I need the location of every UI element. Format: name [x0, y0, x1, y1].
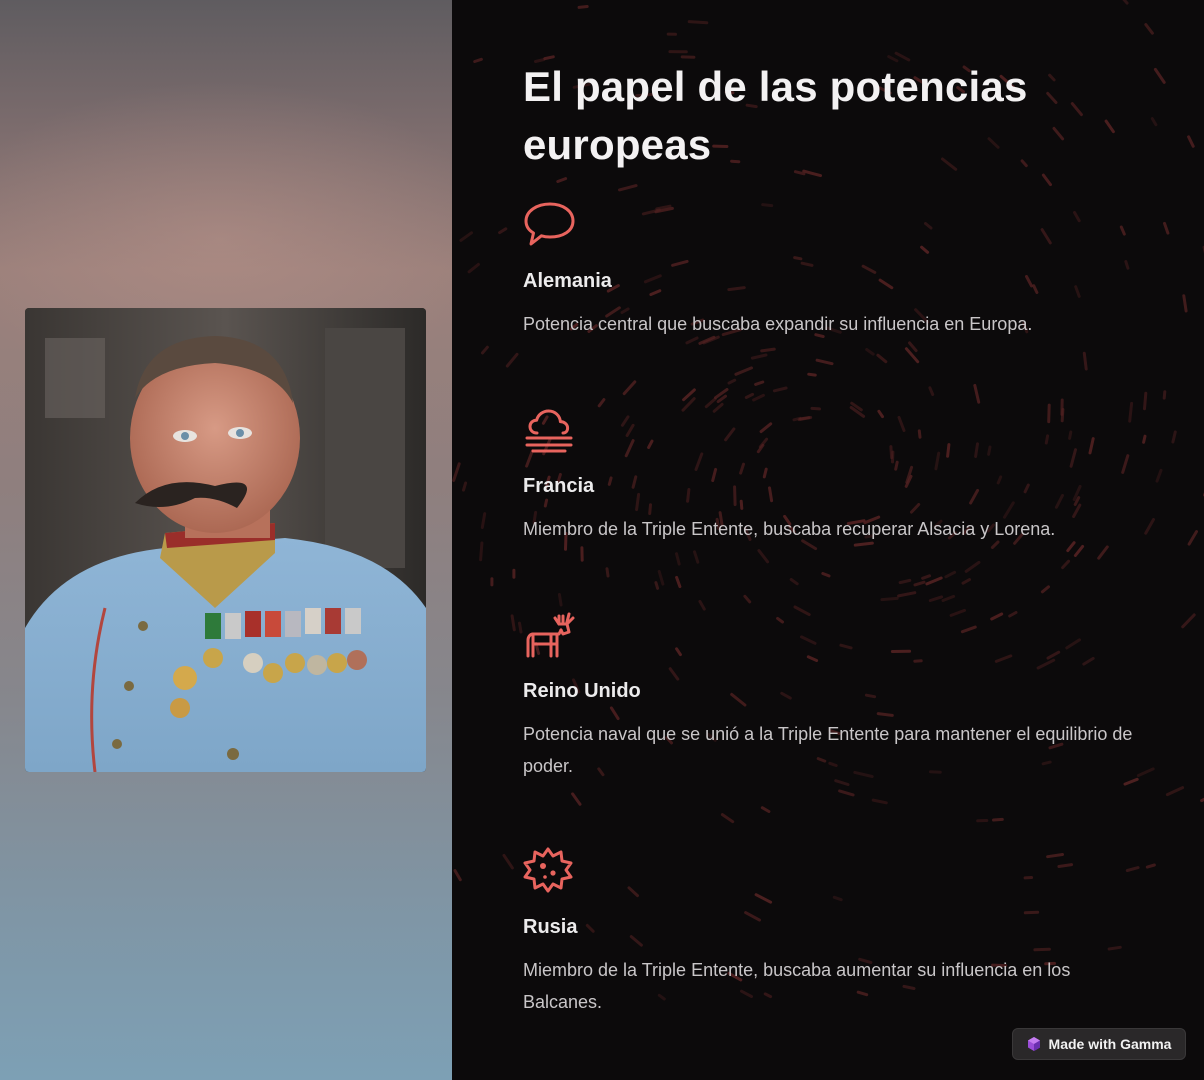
badge-label: Made with Gamma [1048, 1036, 1172, 1052]
page-title: El papel de las potencias europeas [523, 63, 1028, 168]
item-reino-unido: Reino Unido Potencia naval que se unió a… [523, 610, 1143, 782]
item-name: Francia [523, 475, 595, 497]
item-alemania: Alemania Potencia central que buscaba ex… [523, 200, 1143, 340]
item-description: Potencia central que buscaba expandir su… [523, 314, 1033, 334]
portrait-illustration [25, 308, 426, 772]
portrait-photo [25, 308, 426, 772]
item-description: Potencia naval que se unió a la Triple E… [523, 724, 1133, 776]
item-name: Rusia [523, 916, 578, 938]
item-francia: Francia Miembro de la Triple Entente, bu… [523, 405, 1143, 545]
right-panel: El papel de las potencias europeas Alema… [452, 0, 1204, 1080]
cloud-fog-icon [525, 409, 573, 453]
item-description: Miembro de la Triple Entente, buscaba re… [523, 519, 1056, 539]
item-name: Alemania [523, 270, 612, 292]
virus-icon [523, 847, 573, 893]
item-name: Reino Unido [523, 680, 641, 702]
moose-icon [526, 612, 575, 658]
left-panel [0, 0, 452, 1080]
item-description: Miembro de la Triple Entente, buscaba au… [523, 960, 1071, 1012]
item-rusia: Rusia Miembro de la Triple Entente, busc… [523, 846, 1143, 1018]
speech-bubble-icon [524, 202, 575, 246]
made-with-gamma-badge[interactable]: Made with Gamma [1012, 1028, 1186, 1060]
gamma-gem-icon [1027, 1037, 1040, 1051]
